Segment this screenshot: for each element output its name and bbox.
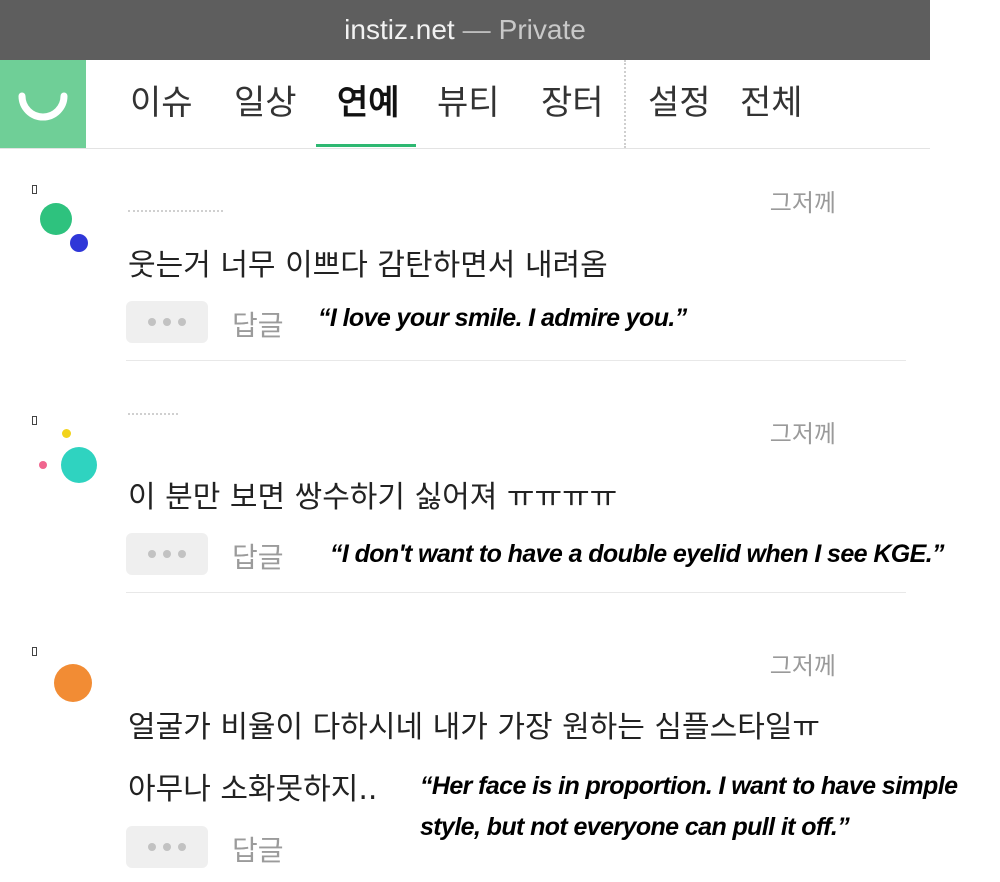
reply-button[interactable]: 답글 xyxy=(232,536,284,576)
comment-divider xyxy=(126,360,906,361)
dot-icon xyxy=(163,318,171,326)
dot-icon xyxy=(163,843,171,851)
comment-timestamp: 그저께 xyxy=(769,652,836,680)
more-options-button[interactable] xyxy=(126,533,208,575)
tab-daily[interactable]: 일상 xyxy=(234,78,297,128)
private-mode-label: Private xyxy=(498,14,586,45)
rank-marker xyxy=(32,416,37,425)
tab-issue[interactable]: 이슈 xyxy=(130,78,193,128)
tab-beauty[interactable]: 뷰티 xyxy=(437,78,500,128)
username-obscured xyxy=(128,210,223,216)
tab-all[interactable]: 전체 xyxy=(740,78,803,128)
category-nav-bar: 이슈 일상 연예 뷰티 장터 설정 전체 xyxy=(0,60,930,149)
dot-icon xyxy=(178,318,186,326)
home-logo-button[interactable] xyxy=(0,60,86,148)
username-obscured xyxy=(128,413,178,419)
more-options-button[interactable] xyxy=(126,301,208,343)
rank-marker xyxy=(32,647,37,656)
avatar-accent-dot xyxy=(39,461,47,469)
avatar-accent-dot xyxy=(62,429,71,438)
comment-text-line-2: 아무나 소화못하지.. xyxy=(128,772,378,807)
rank-marker xyxy=(32,185,37,194)
tab-market[interactable]: 장터 xyxy=(541,78,604,128)
comment-text: 웃는거 너무 이쁘다 감탄하면서 내려옴 xyxy=(128,248,608,283)
smile-logo-icon xyxy=(18,92,68,121)
dot-icon xyxy=(148,843,156,851)
tab-settings[interactable]: 설정 xyxy=(648,78,711,128)
reply-button[interactable]: 답글 xyxy=(232,829,284,869)
active-tab-indicator xyxy=(316,144,416,147)
user-avatar xyxy=(54,664,92,702)
more-options-button[interactable] xyxy=(126,826,208,868)
avatar-accent-dot xyxy=(70,234,88,252)
comment-divider xyxy=(126,592,906,593)
user-avatar xyxy=(40,203,72,235)
site-domain: instiz.net xyxy=(344,14,455,45)
comment-text-line-1: 얼굴가 비율이 다하시네 내가 가장 원하는 심플스타일ㅠ xyxy=(128,710,821,745)
browser-title-bar: instiz.net — Private xyxy=(0,0,930,60)
nav-divider xyxy=(624,60,626,148)
title-separator: — xyxy=(462,14,491,45)
reply-button[interactable]: 답글 xyxy=(232,304,284,344)
comment-timestamp: 그저께 xyxy=(769,420,836,448)
user-avatar xyxy=(61,447,97,483)
comment-text: 이 분만 보면 쌍수하기 싫어져 ㅠㅠㅠㅠ xyxy=(128,480,618,515)
comment-timestamp: 그저께 xyxy=(769,189,836,217)
dot-icon xyxy=(148,550,156,558)
dot-icon xyxy=(163,550,171,558)
translation-caption-line-1: “Her face is in proportion. I want to ha… xyxy=(420,772,958,800)
tab-entertainment[interactable]: 연예 xyxy=(337,78,400,128)
dot-icon xyxy=(148,318,156,326)
translation-caption-line-2: style, but not everyone can pull it off.… xyxy=(420,813,850,841)
translation-caption: “I love your smile. I admire you.” xyxy=(318,304,687,332)
dot-icon xyxy=(178,843,186,851)
dot-icon xyxy=(178,550,186,558)
translation-caption: “I don't want to have a double eyelid wh… xyxy=(330,540,945,568)
